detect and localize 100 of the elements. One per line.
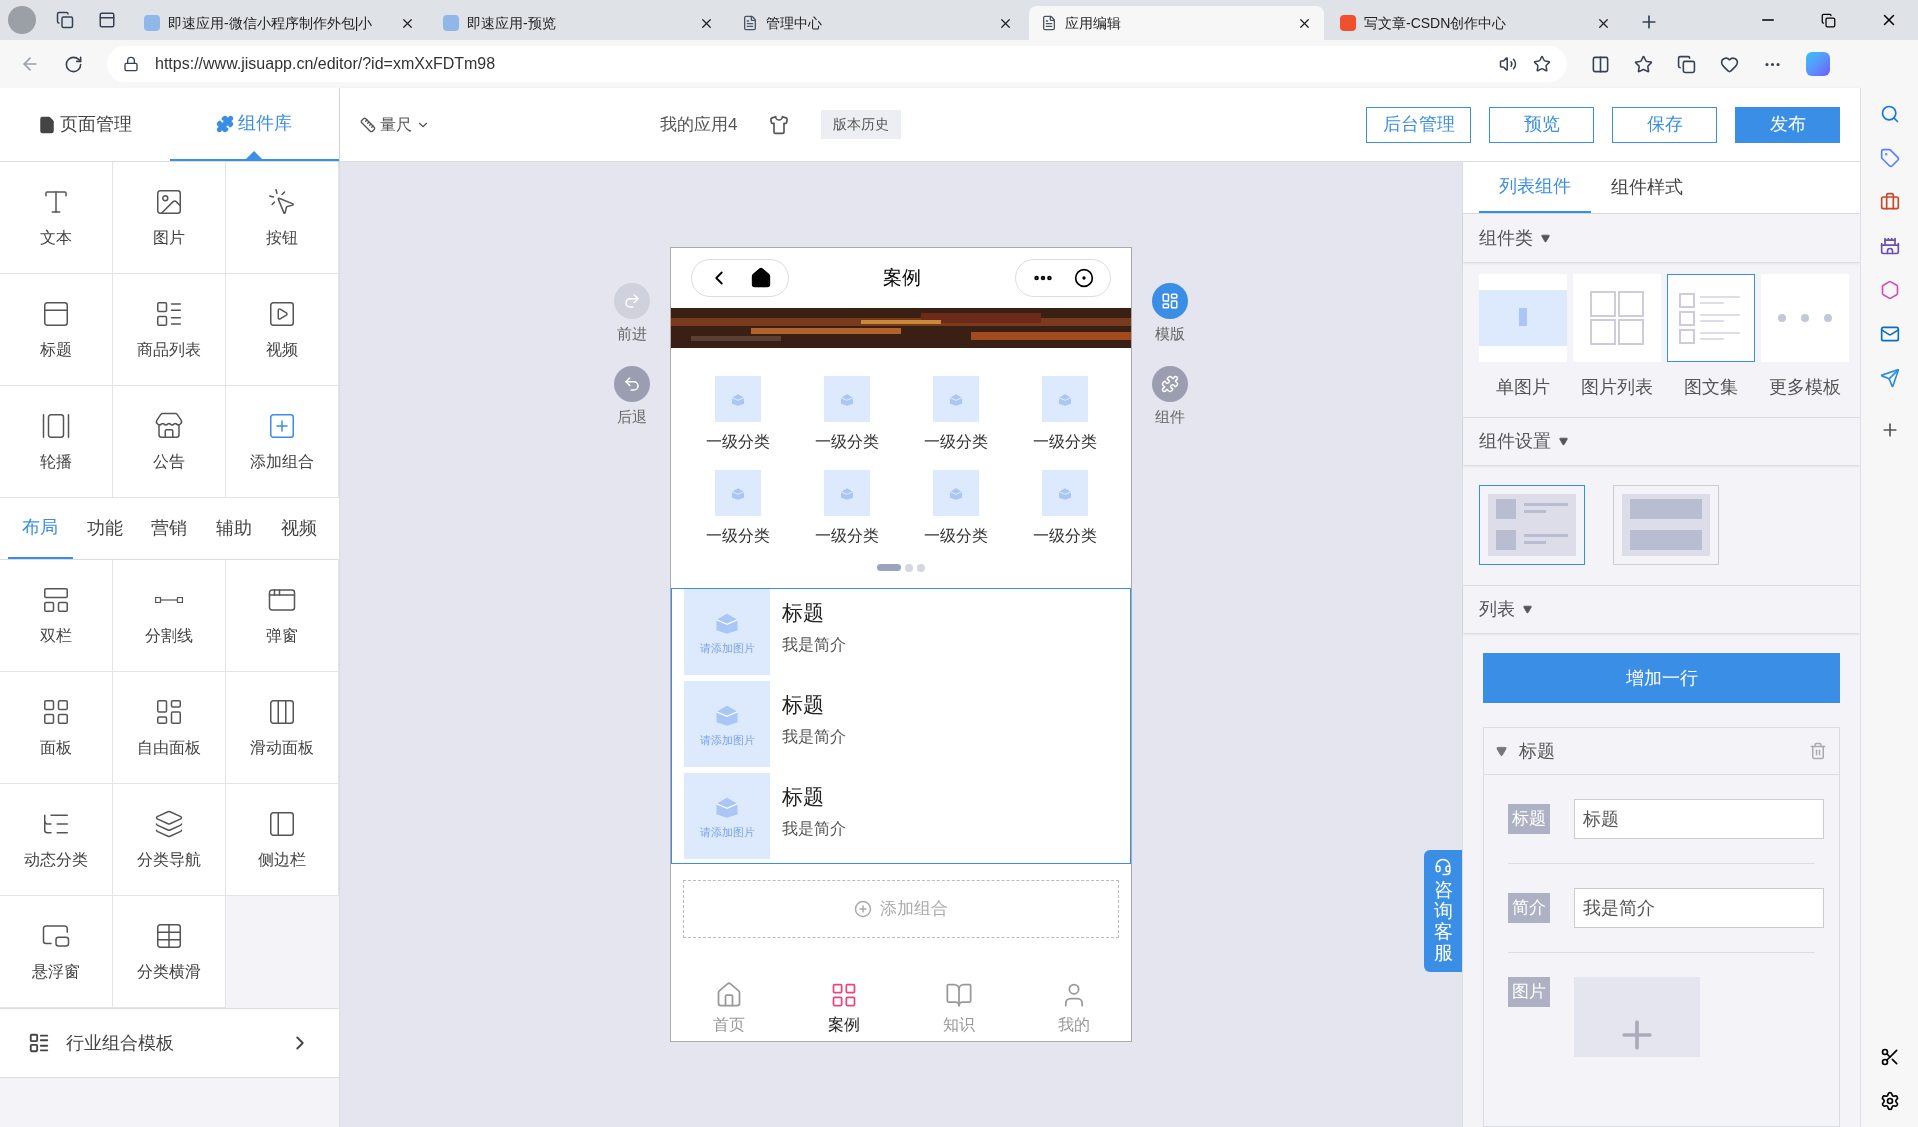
category-label: 一级分类 bbox=[1032, 526, 1097, 546]
toolbar-button[interactable]: 预览 bbox=[1489, 106, 1594, 143]
category-tab[interactable]: 辅助 bbox=[201, 498, 267, 559]
component-icon bbox=[154, 808, 184, 839]
record-icon[interactable] bbox=[1074, 268, 1094, 288]
field-label: 标题 bbox=[1508, 804, 1550, 834]
item-title: 标题 bbox=[782, 692, 825, 718]
item-intro: 我是简介 bbox=[782, 818, 846, 839]
undo-icon bbox=[623, 374, 641, 393]
expand-caret-icon[interactable] bbox=[1496, 745, 1507, 757]
phone-title: 案例 bbox=[882, 265, 922, 290]
favorites-icon[interactable] bbox=[1634, 54, 1653, 74]
browser-tab[interactable]: 应用编辑 bbox=[1029, 6, 1324, 40]
health-icon[interactable] bbox=[1720, 54, 1739, 74]
selected-list-component[interactable]: 请添加图片 标题 我是简介 请添加图片 标题 我是简介 请添加图片 标题 我是简介 bbox=[671, 588, 1131, 864]
document-icon bbox=[28, 1032, 50, 1054]
favorite-icon[interactable] bbox=[1533, 55, 1551, 73]
plus-icon bbox=[854, 900, 872, 918]
site-icon bbox=[144, 15, 160, 31]
component-tile[interactable]: 公告 bbox=[113, 386, 226, 498]
component-tile[interactable]: 按钮 bbox=[226, 162, 339, 274]
category-tab[interactable]: 营销 bbox=[137, 498, 202, 559]
browser-tab[interactable]: 管理中心 bbox=[730, 6, 1025, 40]
layout-option[interactable] bbox=[1479, 484, 1585, 565]
sidebar-app-icon[interactable] bbox=[1879, 280, 1900, 300]
copilot-icon[interactable] bbox=[1806, 52, 1830, 76]
component-tile[interactable]: 自由面板 bbox=[113, 672, 226, 784]
sidebar-app-icon[interactable] bbox=[1879, 104, 1900, 124]
text-field[interactable]: 标题 bbox=[1574, 799, 1824, 839]
ruler-dropdown[interactable]: 量尺 bbox=[360, 112, 660, 137]
placeholder-hint: 请添加图片 bbox=[699, 640, 755, 656]
placeholder-hint: 请添加图片 bbox=[699, 732, 755, 748]
section-header[interactable]: 列表 bbox=[1463, 585, 1860, 633]
component-icon bbox=[154, 410, 184, 441]
category-tab[interactable]: 功能 bbox=[72, 498, 138, 559]
component-tile[interactable]: 滑动面板 bbox=[226, 672, 339, 784]
lock-icon bbox=[123, 56, 139, 72]
workspaces-icon[interactable] bbox=[56, 11, 74, 29]
category-tab[interactable]: 视频 bbox=[266, 498, 331, 559]
app-name: 我的应用4 bbox=[660, 113, 738, 136]
component-tile[interactable]: 侧边栏 bbox=[226, 784, 339, 896]
component-tile[interactable]: 文本 bbox=[0, 162, 113, 274]
panel-tab[interactable]: 组件样式 bbox=[1591, 162, 1703, 214]
component-tile[interactable]: 分类导航 bbox=[113, 784, 226, 896]
section-header[interactable]: 组件类 bbox=[1463, 214, 1860, 262]
component-tile[interactable]: 动态分类 bbox=[0, 784, 113, 896]
component-tile[interactable]: 添加组合 bbox=[226, 386, 339, 498]
version-history-button[interactable]: 版本历史 bbox=[821, 110, 902, 139]
sidebar-app-icon[interactable] bbox=[1879, 324, 1900, 344]
component-tile[interactable]: 轮播 bbox=[0, 386, 113, 498]
text-field[interactable]: 我是简介 bbox=[1574, 888, 1824, 928]
collections-icon[interactable] bbox=[1677, 54, 1696, 74]
component-tile[interactable]: 标题 bbox=[0, 274, 113, 386]
component-tile[interactable]: 悬浮窗 bbox=[0, 896, 113, 1008]
component-tile[interactable]: 图片 bbox=[113, 162, 226, 274]
sidebar-app-icon[interactable] bbox=[1879, 192, 1900, 212]
screenshot-icon[interactable] bbox=[1879, 1047, 1900, 1067]
component-tile[interactable]: 视频 bbox=[226, 274, 339, 386]
tab-icon bbox=[37, 115, 56, 134]
page-icon bbox=[1041, 15, 1057, 31]
category-label: 一级分类 bbox=[814, 432, 879, 452]
read-aloud-icon[interactable] bbox=[1499, 55, 1517, 73]
split-screen-icon[interactable] bbox=[1591, 54, 1610, 74]
toolbar-button[interactable]: 后台管理 bbox=[1366, 106, 1471, 143]
tab-icon bbox=[216, 114, 235, 133]
section-header[interactable]: 组件设置 bbox=[1463, 417, 1860, 465]
sidebar-app-icon[interactable] bbox=[1879, 368, 1900, 388]
browser-tab[interactable]: 写文章-CSDN创作中心 bbox=[1328, 6, 1623, 40]
template-link[interactable]: 行业组合模板 bbox=[0, 1008, 339, 1078]
browser-tab[interactable]: 即速应用-预览 bbox=[431, 6, 726, 40]
category-label: 一级分类 bbox=[1032, 432, 1097, 452]
field-label: 简介 bbox=[1508, 893, 1550, 923]
caret-icon bbox=[1523, 604, 1532, 614]
sidebar-app-icon[interactable] bbox=[1879, 148, 1900, 168]
tab-actions-icon[interactable] bbox=[98, 11, 116, 29]
panel-tab[interactable]: 页面管理 bbox=[0, 88, 170, 161]
address-bar[interactable]: https://www.jisuapp.cn/editor/?id=xmXxFDTm98 bbox=[107, 46, 1567, 82]
shirt-icon[interactable] bbox=[769, 114, 790, 135]
more-dots-icon bbox=[1777, 312, 1833, 323]
item-title: 标题 bbox=[782, 784, 825, 810]
component-tile[interactable]: 商品列表 bbox=[113, 274, 226, 386]
category-label: 一级分类 bbox=[923, 432, 988, 452]
sidebar-app-icon[interactable] bbox=[1879, 236, 1900, 256]
component-tile[interactable]: 弹窗 bbox=[226, 560, 339, 672]
home-icon[interactable] bbox=[750, 267, 772, 289]
component-tile[interactable]: 双栏 bbox=[0, 560, 113, 672]
component-icon bbox=[267, 186, 297, 217]
restore-icon[interactable] bbox=[1821, 13, 1836, 28]
browser-tab[interactable]: 即速应用-微信小程序制作外包|小 bbox=[132, 6, 427, 40]
item-card-title: 标题 bbox=[1519, 739, 1556, 763]
caret-icon bbox=[1559, 436, 1568, 446]
reload-icon[interactable] bbox=[64, 54, 83, 74]
nav-tab[interactable]: 案例 bbox=[786, 981, 901, 1037]
placeholder-hint: 请添加图片 bbox=[699, 824, 755, 840]
component-tile[interactable]: 分类横滑 bbox=[113, 896, 226, 1008]
caret-icon bbox=[1541, 233, 1550, 243]
component-tile[interactable]: 面板 bbox=[0, 672, 113, 784]
ruler-icon bbox=[360, 116, 376, 133]
component-tile[interactable]: 分割线 bbox=[113, 560, 226, 672]
settings-icon[interactable] bbox=[1879, 1091, 1900, 1111]
